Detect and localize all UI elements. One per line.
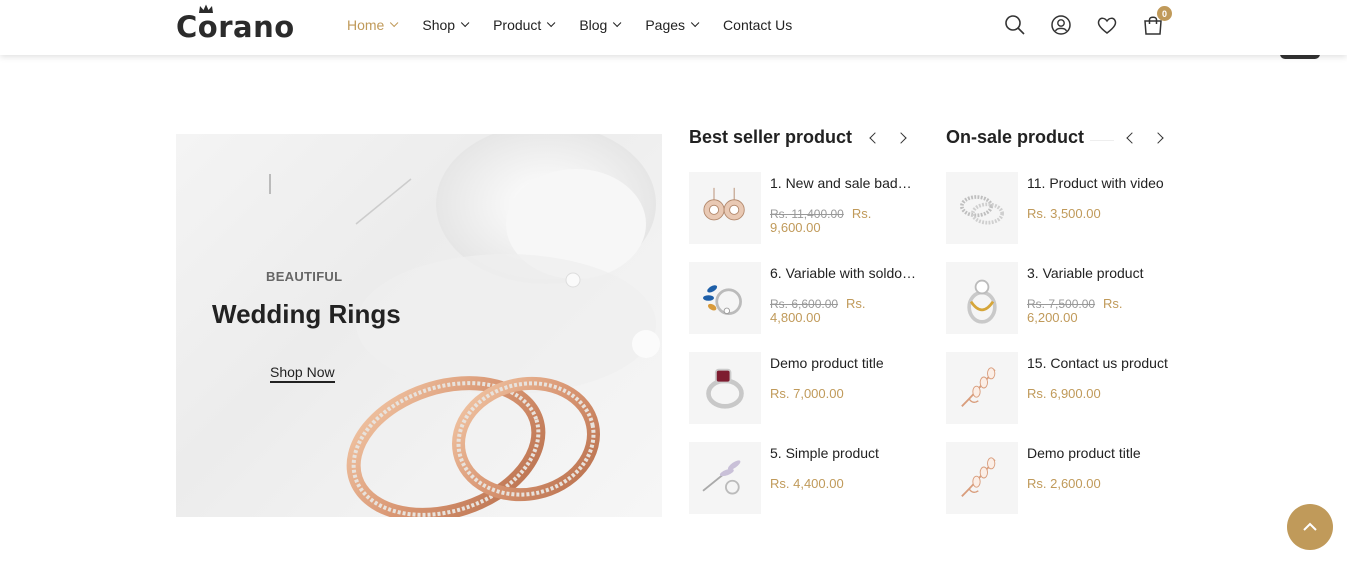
product-price: Rs. 7,500.00 Rs. 6,200.00 — [1027, 297, 1167, 325]
logo-text: Corano — [176, 10, 295, 44]
product-price: Rs. 3,500.00 — [1027, 207, 1167, 221]
product-thumbnail[interactable] — [946, 172, 1018, 244]
product-name-link[interactable]: 1. New and sale badge product — [770, 175, 917, 191]
old-price: Rs. 7,500.00 — [1027, 297, 1096, 311]
nav-item-blog[interactable]: Blog — [579, 17, 622, 33]
chevron-down-icon — [547, 18, 556, 28]
nav-item-label: Product — [493, 17, 542, 33]
section-title: On-sale product — [946, 127, 1091, 148]
nav-item-shop[interactable]: Shop — [422, 17, 470, 33]
nav-item-label: Blog — [579, 17, 608, 33]
product-price: Rs. 11,400.00 Rs. 9,600.00 — [770, 207, 910, 235]
product-item: Demo product title Rs. 2,600.00 — [946, 442, 1174, 514]
product-thumbnail[interactable] — [689, 262, 761, 334]
heart-icon[interactable] — [1096, 14, 1120, 38]
product-thumbnail[interactable] — [689, 442, 761, 514]
current-price: Rs. 6,900.00 — [1027, 386, 1101, 401]
product-price: Rs. 7,000.00 — [770, 387, 910, 401]
product-name-link[interactable]: 15. Contact us product — [1027, 355, 1174, 371]
nav-item-label: Contact Us — [723, 17, 793, 33]
site-header: Corano Home Shop Product Blog Pages Contact U… — [0, 0, 1347, 55]
current-price: Rs. 4,400.00 — [770, 476, 844, 491]
product-thumbnail[interactable] — [946, 352, 1018, 424]
product-item: 3. Variable product Rs. 7,500.00 Rs. 6,200… — [946, 262, 1174, 334]
product-name-link[interactable]: 5. Simple product — [770, 445, 917, 461]
nav-item-label: Shop — [422, 17, 456, 33]
chevron-down-icon — [613, 18, 622, 28]
product-name-link[interactable]: 6. Variable with soldout product — [770, 265, 917, 281]
old-price: Rs. 6,600.00 — [770, 297, 839, 311]
product-item: 6. Variable with soldout product Rs. 6,60… — [689, 262, 917, 334]
chevron-up-icon — [1303, 522, 1317, 531]
current-price: Rs. 7,000.00 — [770, 386, 844, 401]
nav-item-pages[interactable]: Pages — [645, 17, 700, 33]
banner-subtitle: BEAUTIFUL — [266, 269, 343, 284]
nav-item-home[interactable]: Home — [347, 17, 399, 33]
nav-item-contact-us[interactable]: Contact Us — [723, 17, 792, 33]
product-item: 1. New and sale badge product Rs. 11,400.… — [689, 172, 917, 244]
product-price: Rs. 4,400.00 — [770, 477, 910, 491]
header-icons: 0 — [1004, 6, 1172, 38]
scroll-to-top-button[interactable] — [1287, 504, 1333, 550]
nav-item-product[interactable]: Product — [493, 17, 556, 33]
product-thumbnail[interactable] — [689, 172, 761, 244]
search-icon[interactable] — [1004, 14, 1028, 38]
next-arrow-icon[interactable] — [895, 132, 907, 144]
section-title: Best seller product — [689, 127, 859, 148]
shop-now-button[interactable]: Shop Now — [270, 364, 335, 383]
prev-arrow-icon[interactable] — [869, 132, 881, 144]
product-thumbnail[interactable] — [689, 352, 761, 424]
product-item: 5. Simple product Rs. 4,400.00 — [689, 442, 917, 514]
banner-title: Wedding Rings — [212, 299, 401, 329]
product-item: Demo product title Rs. 7,000.00 — [689, 352, 917, 424]
product-name-link[interactable]: 3. Variable product — [1027, 265, 1174, 281]
next-arrow-icon[interactable] — [1152, 132, 1164, 144]
old-price: Rs. 11,400.00 — [770, 207, 844, 221]
product-price: Rs. 2,600.00 — [1027, 477, 1167, 491]
product-name-link[interactable]: Demo product title — [770, 355, 917, 371]
crown-icon — [199, 4, 213, 13]
cart-count-badge: 0 — [1157, 6, 1172, 21]
nav-item-label: Pages — [645, 17, 686, 33]
nav-item-label: Home — [347, 17, 385, 33]
wedding-rings-banner[interactable]: BEAUTIFUL Wedding Rings Shop Now — [176, 134, 662, 517]
product-thumbnail[interactable] — [946, 262, 1018, 334]
main-nav: Home Shop Product Blog Pages Contact Us — [347, 17, 819, 33]
on-sale-section: On-sale product 11. Product with video Rs… — [946, 127, 1174, 514]
user-icon[interactable] — [1050, 14, 1074, 38]
product-price: Rs. 6,900.00 — [1027, 387, 1167, 401]
product-name-link[interactable]: Demo product title — [1027, 445, 1174, 461]
chevron-down-icon — [690, 18, 700, 28]
prev-arrow-icon[interactable] — [1126, 132, 1138, 144]
logo[interactable]: Corano — [176, 4, 295, 44]
cart-icon[interactable]: 0 — [1142, 6, 1172, 38]
chevron-down-icon — [460, 18, 470, 28]
product-name-link[interactable]: 11. Product with video — [1027, 175, 1174, 191]
product-price: Rs. 6,600.00 Rs. 4,800.00 — [770, 297, 910, 325]
product-thumbnail[interactable] — [946, 442, 1018, 514]
current-price: Rs. 3,500.00 — [1027, 206, 1101, 221]
product-item: 11. Product with video Rs. 3,500.00 — [946, 172, 1174, 244]
current-price: Rs. 2,600.00 — [1027, 476, 1101, 491]
chevron-down-icon — [390, 18, 399, 28]
best-seller-section: Best seller product 1. New and sale badg… — [689, 127, 917, 514]
product-item: 15. Contact us product Rs. 6,900.00 — [946, 352, 1174, 424]
